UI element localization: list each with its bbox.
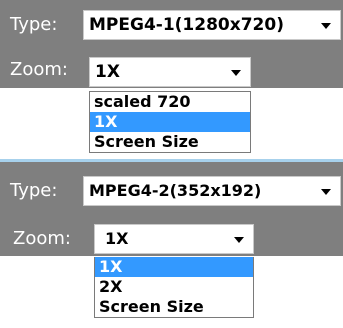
zoom-select[interactable]: 1X: [89, 57, 251, 87]
type-label: Type:: [10, 14, 58, 35]
zoom-options-list: scaled 720 1X Screen Size: [89, 91, 251, 153]
zoom-select[interactable]: 1X: [94, 224, 254, 254]
type-select[interactable]: MPEG4-1(1280x720): [83, 10, 341, 40]
zoom-option-2x[interactable]: 2X: [95, 277, 253, 297]
zoom-options-list: 1X 2X Screen Size: [94, 257, 254, 318]
video-settings-panel-2: Type: MPEG4-2(352x192) Zoom: 1X: [0, 162, 343, 256]
chevron-down-icon: [321, 189, 331, 195]
type-select-value: MPEG4-1(1280x720): [89, 15, 284, 35]
zoom-label: Zoom:: [10, 59, 68, 80]
zoom-option-1x[interactable]: 1X: [90, 112, 250, 132]
type-label: Type:: [10, 180, 58, 201]
zoom-option-1x[interactable]: 1X: [95, 257, 253, 277]
zoom-option-screen-size[interactable]: Screen Size: [95, 297, 253, 317]
chevron-down-icon: [321, 23, 331, 29]
type-select-value: MPEG4-2(352x192): [89, 181, 262, 200]
video-settings-panel-1: Type: MPEG4-1(1280x720) Zoom: 1X: [0, 0, 343, 88]
zoom-label: Zoom:: [13, 228, 71, 249]
zoom-select-value: 1X: [95, 62, 120, 82]
zoom-select-value: 1X: [105, 229, 129, 248]
zoom-option-scaled-720[interactable]: scaled 720: [90, 92, 250, 112]
chevron-down-icon: [234, 237, 244, 243]
chevron-down-icon: [231, 70, 241, 76]
type-select[interactable]: MPEG4-2(352x192): [83, 176, 341, 206]
zoom-option-screen-size[interactable]: Screen Size: [90, 132, 250, 152]
